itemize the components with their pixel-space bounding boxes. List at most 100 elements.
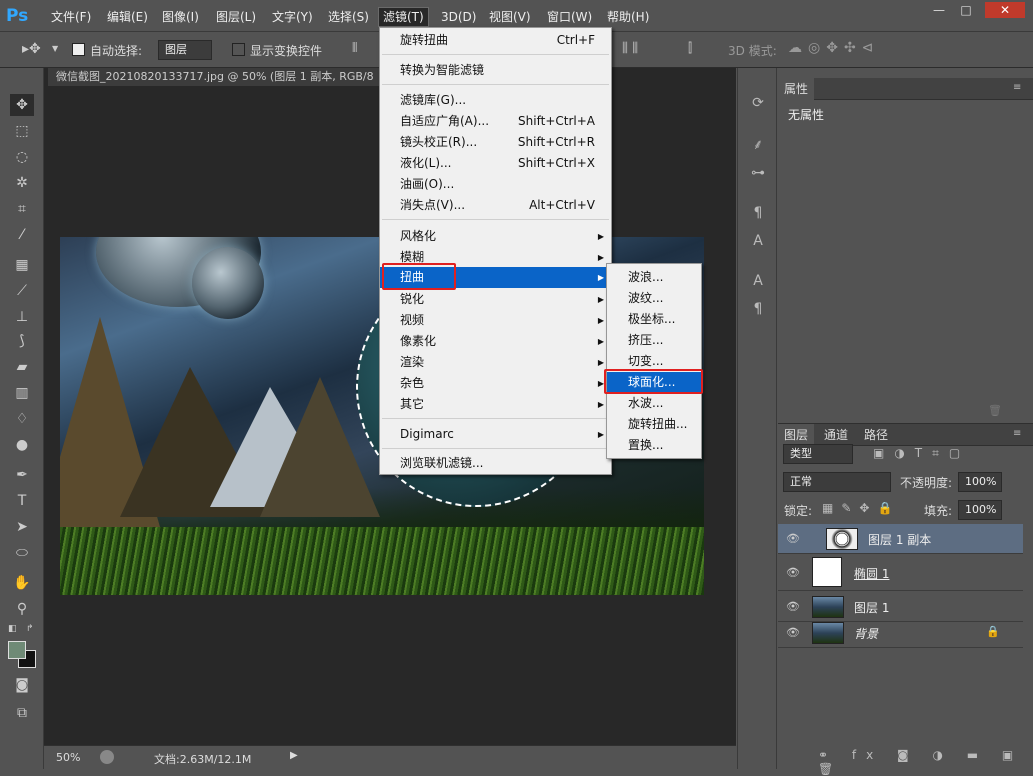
menu-item-video[interactable]: 视频 ▶: [380, 310, 611, 331]
3d-tools-icon[interactable]: ☁◎✥✣⊲: [788, 40, 879, 56]
lock-icons[interactable]: ▦✎✥🔒: [822, 501, 900, 515]
tab-layers[interactable]: 图层: [778, 424, 815, 446]
eraser-tool-icon[interactable]: ▰: [10, 356, 34, 378]
menu-item-filter-gallery[interactable]: 滤镜库(G)...: [380, 90, 611, 111]
menu-view[interactable]: 视图(V): [485, 7, 535, 27]
layer-filter-dropdown[interactable]: 类型: [783, 444, 853, 464]
zoom-tool-icon[interactable]: ⚲: [10, 598, 34, 620]
brush-preset-icon[interactable]: ⸙: [747, 134, 769, 156]
char-style-icon[interactable]: A: [747, 230, 769, 252]
submenu-item-pinch[interactable]: 挤压...: [607, 330, 701, 351]
submenu-item-wave[interactable]: 波浪...: [607, 267, 701, 288]
menu-item-vanishing-point[interactable]: 消失点(V)... Alt+Ctrl+V: [380, 195, 611, 216]
paragraph-style-icon[interactable]: ¶: [747, 202, 769, 224]
menu-edit[interactable]: 编辑(E): [103, 7, 152, 27]
gradient-tool-icon[interactable]: ▥: [10, 382, 34, 404]
menu-type[interactable]: 文字(Y): [268, 7, 317, 27]
menu-item-smart-filter[interactable]: 转换为智能滤镜: [380, 60, 611, 81]
adjust-icon[interactable]: ⊶: [747, 162, 769, 184]
stamp-tool-icon[interactable]: ⊥: [10, 306, 34, 328]
menu-image[interactable]: 图像(I): [158, 7, 203, 27]
menu-item-last-filter[interactable]: 旋转扭曲 Ctrl+F: [380, 30, 611, 51]
panel-menu-icon[interactable]: ≡: [1013, 428, 1021, 439]
healing-brush-icon[interactable]: ▦: [10, 254, 34, 276]
eyedropper-icon[interactable]: ⁄: [10, 224, 34, 246]
visibility-eye-icon[interactable]: 👁: [786, 626, 800, 640]
marquee-tool-icon[interactable]: ⬚: [10, 120, 34, 142]
layer-filter-icons[interactable]: ▣◑T⌗▢: [873, 446, 970, 461]
visibility-eye-icon[interactable]: 👁: [786, 532, 800, 546]
fill-input[interactable]: 100%: [958, 500, 1002, 520]
hand-tool-icon[interactable]: ✋: [10, 572, 34, 594]
foreground-color-swatch[interactable]: [8, 641, 26, 659]
show-transform-checkbox[interactable]: [232, 43, 245, 59]
minimize-button[interactable]: —: [926, 2, 952, 18]
auto-align-icon[interactable]: ⫿: [688, 41, 692, 56]
move-tool-icon[interactable]: ✥: [10, 94, 34, 116]
layer-row[interactable]: 👁 椭圆 1: [778, 555, 1023, 591]
auto-select-checkbox[interactable]: [72, 43, 85, 59]
distribute-icon[interactable]: ⫼ ⫼: [622, 41, 638, 56]
dodge-tool-icon[interactable]: ●: [10, 434, 34, 456]
close-button[interactable]: ✕: [985, 2, 1025, 18]
submenu-item-displace[interactable]: 置换...: [607, 435, 701, 456]
menu-filter[interactable]: 滤镜(T): [378, 7, 429, 27]
submenu-item-ripple[interactable]: 波纹...: [607, 288, 701, 309]
align-icon[interactable]: ⫴: [352, 41, 357, 56]
tab-properties[interactable]: 属性: [778, 78, 815, 100]
menu-item-pixelate[interactable]: 像素化 ▶: [380, 331, 611, 352]
visibility-eye-icon[interactable]: 👁: [786, 600, 800, 614]
blur-tool-icon[interactable]: ♢: [10, 408, 34, 430]
menu-layer[interactable]: 图层(L): [212, 7, 260, 27]
tab-channels[interactable]: 通道: [818, 424, 854, 446]
quick-mask-icon[interactable]: ◙: [10, 674, 34, 696]
menu-item-liquify[interactable]: 液化(L)... Shift+Ctrl+X: [380, 153, 611, 174]
layer-footer-icons[interactable]: ⚭ fx ◙ ◑ ▬ ▣ 🗑: [818, 748, 1033, 776]
menu-select[interactable]: 选择(S): [324, 7, 373, 27]
trash-icon[interactable]: 🗑: [988, 404, 1002, 417]
swap-colors-icon[interactable]: ↱: [26, 624, 34, 634]
screen-mode-icon[interactable]: ⧉: [10, 702, 34, 724]
text-tool-icon[interactable]: T: [10, 490, 34, 512]
history-brush-icon[interactable]: ⟆: [10, 330, 34, 352]
menu-3d[interactable]: 3D(D): [437, 7, 480, 27]
zoom-level[interactable]: 50%: [56, 751, 80, 764]
submenu-item-polar[interactable]: 极坐标...: [607, 309, 701, 330]
menu-item-stylize[interactable]: 风格化 ▶: [380, 226, 611, 247]
menu-item-other[interactable]: 其它 ▶: [380, 394, 611, 415]
tab-paths[interactable]: 路径: [858, 424, 894, 446]
path-select-icon[interactable]: ➤: [10, 516, 34, 538]
menu-item-browse-online[interactable]: 浏览联机滤镜...: [380, 453, 611, 474]
visibility-eye-icon[interactable]: 👁: [786, 566, 800, 580]
menu-window[interactable]: 窗口(W): [543, 7, 596, 27]
menu-item-sharpen[interactable]: 锐化 ▶: [380, 289, 611, 310]
opacity-input[interactable]: 100%: [958, 472, 1002, 492]
lasso-tool-icon[interactable]: ◌: [10, 146, 34, 168]
layer-row[interactable]: 👁 图层 1 副本: [778, 524, 1023, 554]
crop-tool-icon[interactable]: ⌗: [10, 198, 34, 220]
menu-item-render[interactable]: 渲染 ▶: [380, 352, 611, 373]
pen-tool-icon[interactable]: ✒: [10, 464, 34, 486]
paragraph-icon[interactable]: ¶: [747, 298, 769, 320]
layer-row[interactable]: 👁 背景 🔒: [778, 618, 1023, 648]
menu-item-lens-correction[interactable]: 镜头校正(R)... Shift+Ctrl+R: [380, 132, 611, 153]
menu-item-oil-paint[interactable]: 油画(O)...: [380, 174, 611, 195]
brush-tool-icon[interactable]: ⟋: [10, 280, 34, 302]
blend-mode-dropdown[interactable]: 正常: [783, 472, 891, 492]
menu-item-adaptive-wide[interactable]: 自适应广角(A)... Shift+Ctrl+A: [380, 111, 611, 132]
maximize-button[interactable]: □: [953, 2, 979, 18]
panel-menu-icon[interactable]: ≡: [1013, 82, 1021, 93]
menu-item-noise[interactable]: 杂色 ▶: [380, 373, 611, 394]
ellipse-tool-icon[interactable]: ⬭: [10, 542, 34, 564]
menu-file[interactable]: 文件(F): [47, 7, 95, 27]
magic-wand-icon[interactable]: ✲: [10, 172, 34, 194]
character-icon[interactable]: A: [747, 270, 769, 292]
status-info-icon[interactable]: [100, 750, 114, 764]
submenu-item-zigzag[interactable]: 水波...: [607, 393, 701, 414]
auto-select-dropdown[interactable]: 图层: [158, 40, 212, 60]
status-menu-arrow-icon[interactable]: ▶: [290, 750, 298, 761]
default-colors-icon[interactable]: ◧: [8, 624, 18, 634]
menu-help[interactable]: 帮助(H): [603, 7, 653, 27]
history-icon[interactable]: ⟳: [747, 92, 769, 114]
move-tool-icon[interactable]: ▸✥: [22, 41, 41, 57]
